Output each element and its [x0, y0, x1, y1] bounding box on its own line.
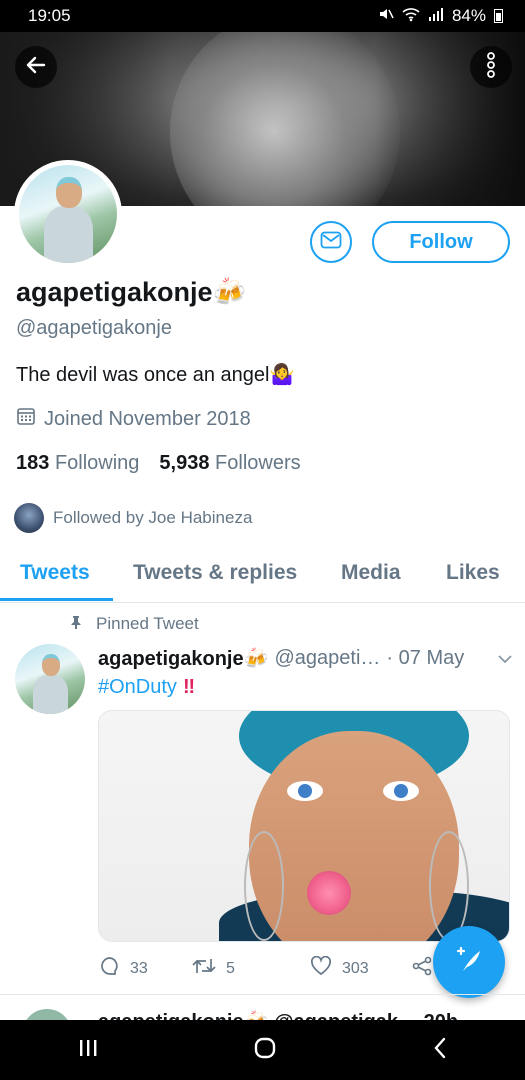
overflow-menu-icon: [486, 51, 496, 83]
next-tweet-row[interactable]: agapetigakonje🍻 @agapetigak… 20h: [0, 994, 525, 1020]
active-tab-indicator: [0, 598, 113, 601]
follow-counts: 183 Following 5,938 Followers: [16, 452, 301, 475]
status-bar: 19:05 84%: [0, 0, 525, 32]
profile-avatar[interactable]: [14, 160, 122, 268]
share-button[interactable]: [412, 956, 432, 981]
pin-icon: [70, 614, 82, 634]
like-count: 303: [342, 959, 369, 977]
followers-count: 5,938: [159, 452, 210, 474]
tweet-media-image[interactable]: [98, 710, 510, 942]
profile-bio: The devil was once an angel🤷‍♀️: [16, 364, 295, 386]
double-exclamation-emoji: ‼: [182, 676, 196, 698]
joined-text: Joined November 2018: [44, 407, 251, 430]
tweet-header: agapetigakonje🍻 @agapeti… · 07 May: [98, 646, 513, 671]
back-button[interactable]: [15, 46, 57, 88]
display-name: agapetigakonje🍻: [16, 277, 247, 307]
follower-avatar: [14, 503, 44, 533]
followed-by-text: Followed by Joe Habineza: [53, 508, 253, 527]
retweet-button[interactable]: 5: [192, 957, 310, 980]
next-tweet-avatar: [22, 1009, 72, 1020]
recents-button[interactable]: [77, 1038, 99, 1063]
hashtag-link[interactable]: #OnDuty: [98, 676, 177, 698]
tab-media[interactable]: Media: [341, 553, 401, 603]
compose-feather-icon: [453, 944, 485, 981]
following-count: 183: [16, 452, 50, 474]
envelope-icon: [320, 231, 342, 254]
followed-by[interactable]: Followed by Joe Habineza: [14, 503, 252, 533]
retweet-count: 5: [226, 959, 235, 977]
calendar-icon: [16, 406, 36, 432]
back-nav-button[interactable]: [432, 1036, 448, 1065]
follow-button[interactable]: Follow: [372, 221, 510, 263]
tweet-text: #OnDuty ‼: [98, 676, 195, 699]
reply-icon: [100, 956, 120, 981]
following-link[interactable]: 183 Following: [16, 452, 139, 475]
tab-tweets-replies[interactable]: Tweets & replies: [133, 553, 297, 603]
home-button[interactable]: [253, 1036, 277, 1065]
followers-link[interactable]: 5,938 Followers: [159, 452, 300, 475]
battery-level: 84%: [451, 6, 486, 25]
like-button[interactable]: 303: [310, 955, 412, 981]
mute-icon: [378, 6, 394, 27]
tweet-date: · 07 May: [386, 647, 465, 669]
tweet-author-handle: @agapeti…: [274, 647, 381, 669]
reply-button[interactable]: 33: [100, 956, 192, 981]
battery-icon: [494, 9, 503, 23]
heart-icon: [310, 955, 332, 981]
chevron-down-icon[interactable]: [497, 647, 513, 670]
tweet-author-avatar[interactable]: [15, 644, 85, 714]
joined-date: Joined November 2018: [16, 406, 251, 432]
tweet-author-name[interactable]: agapetigakonje🍻: [98, 646, 269, 671]
next-tweet-header: agapetigakonje🍻 @agapetigak… 20h: [98, 1009, 458, 1020]
pinned-label: Pinned Tweet: [70, 614, 199, 634]
profile-tabs: Tweets Tweets & replies Media Likes: [0, 553, 525, 603]
message-button[interactable]: [310, 221, 352, 263]
arrow-left-icon: [24, 53, 48, 82]
share-icon: [412, 956, 432, 981]
signal-icon: [428, 6, 444, 27]
profile-handle: @agapetigakonje: [16, 317, 172, 339]
wifi-icon: [402, 6, 420, 27]
status-time: 19:05: [28, 6, 71, 25]
more-options-button[interactable]: [470, 46, 512, 88]
system-nav-bar: [0, 1020, 525, 1080]
tweet-actions: 33 5 303: [100, 955, 440, 981]
reply-count: 33: [130, 959, 148, 977]
tab-likes[interactable]: Likes: [446, 553, 500, 603]
retweet-icon: [192, 957, 216, 980]
compose-tweet-button[interactable]: [433, 926, 505, 998]
tab-tweets[interactable]: Tweets: [20, 553, 90, 603]
